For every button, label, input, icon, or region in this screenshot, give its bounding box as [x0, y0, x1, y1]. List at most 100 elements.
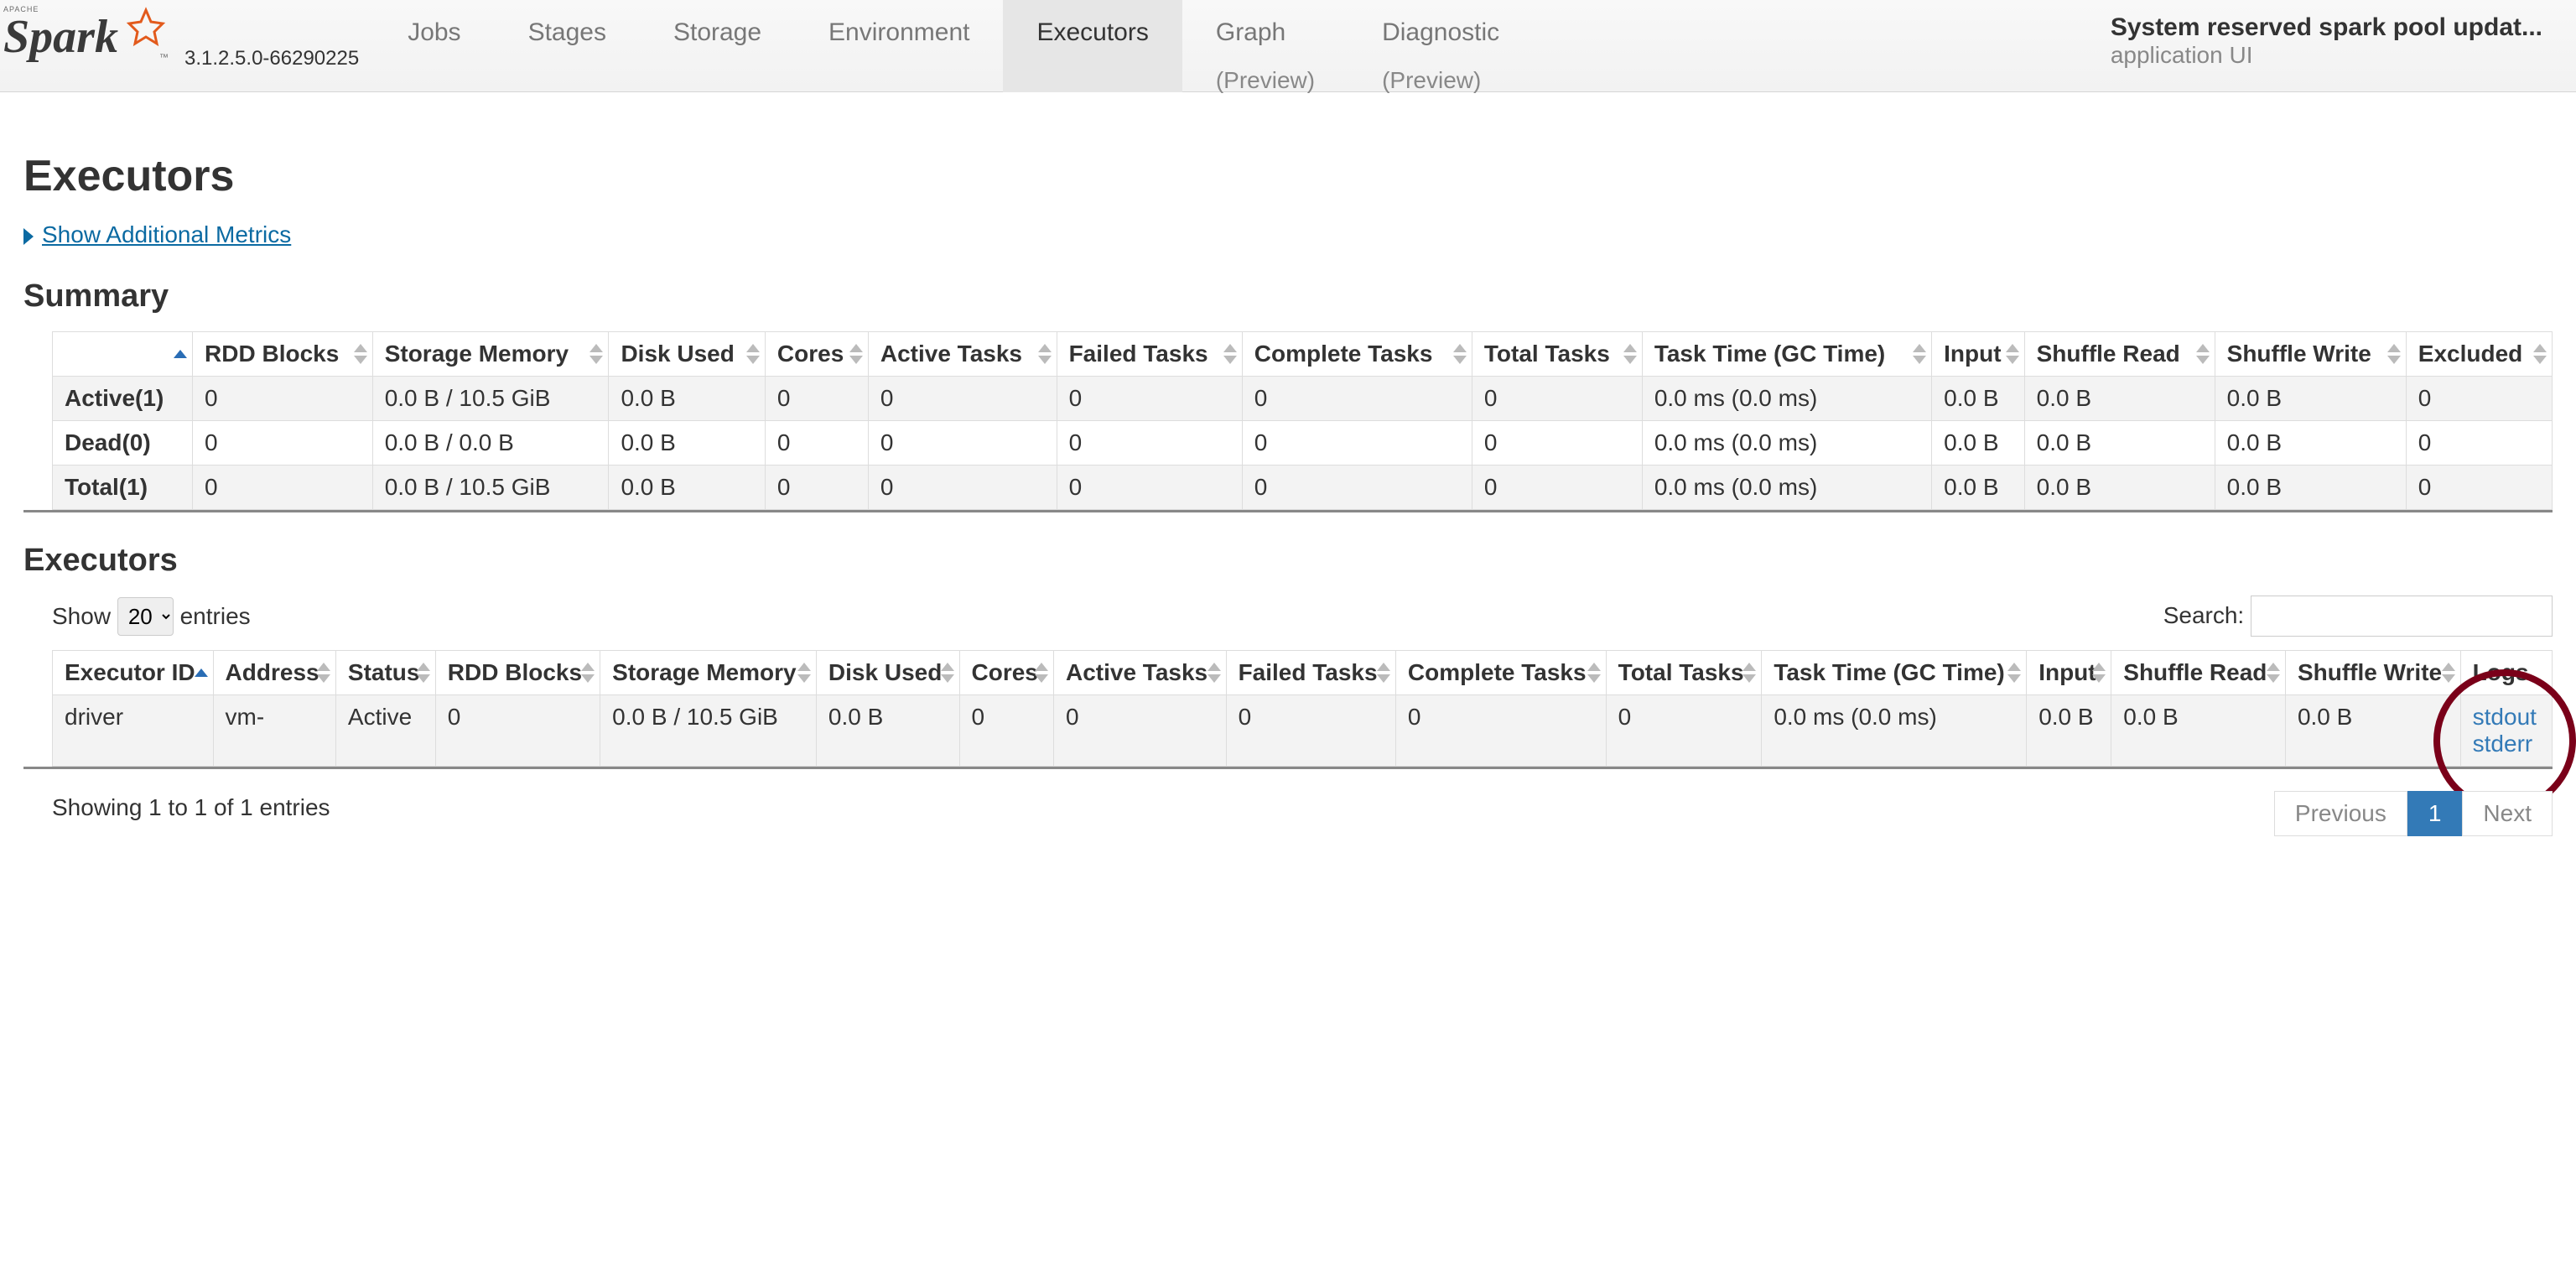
summary-col-header[interactable]: Active Tasks — [868, 332, 1057, 377]
executors-col-header[interactable]: RDD Blocks — [435, 651, 600, 695]
summary-cell: 0 — [193, 421, 373, 466]
summary-cell: 0.0 ms (0.0 ms) — [1642, 466, 1931, 510]
table-info: Showing 1 to 1 of 1 entries — [52, 794, 2553, 821]
executors-cell: 0 — [959, 695, 1053, 767]
summary-cell: 0 — [765, 421, 868, 466]
summary-cell: 0 — [1472, 421, 1642, 466]
summary-col-header[interactable]: Cores — [765, 332, 868, 377]
summary-col-header[interactable]: Input — [1932, 332, 2025, 377]
summary-cell: 0.0 B — [2215, 377, 2406, 421]
page-1-button[interactable]: 1 — [2407, 791, 2463, 836]
executors-col-header[interactable]: Shuffle Write — [2285, 651, 2460, 695]
sort-icon — [1377, 663, 1390, 683]
summary-col-header[interactable]: Excluded — [2406, 332, 2552, 377]
length-prefix: Show — [52, 603, 111, 629]
executors-col-header[interactable]: Active Tasks — [1053, 651, 1226, 695]
sort-icon — [1208, 663, 1221, 683]
top-navbar: APACHE Spark ™ 3.1.2.5.0-66290225 Jobs S… — [0, 0, 2576, 92]
executors-cell: 0 — [435, 695, 600, 767]
sort-icon — [317, 663, 330, 683]
nav-tab-label: Environment — [828, 18, 969, 47]
summary-cell: 0.0 B — [609, 466, 765, 510]
nav-tab-label: Storage — [673, 18, 761, 47]
sort-icon — [1453, 344, 1467, 364]
executors-col-header[interactable]: Executor ID — [53, 651, 214, 695]
sort-icon — [849, 344, 863, 364]
executors-col-header[interactable]: Disk Used — [816, 651, 959, 695]
show-additional-metrics-toggle[interactable]: Show Additional Metrics — [23, 221, 2553, 248]
sort-icon — [417, 663, 430, 683]
sort-icon — [1623, 344, 1637, 364]
summary-col-header[interactable]: Shuffle Write — [2215, 332, 2406, 377]
summary-cell: 0 — [1242, 377, 1472, 421]
executors-col-header[interactable]: Storage Memory — [600, 651, 817, 695]
page-body: Executors Show Additional Metrics Summar… — [0, 92, 2576, 855]
nav-tab-label: Diagnostic — [1382, 18, 1499, 47]
search-input[interactable] — [2251, 596, 2553, 637]
executors-cell: 0.0 B — [2285, 695, 2460, 767]
executors-cell: 0.0 B — [2111, 695, 2286, 767]
nav-tab-diagnostic[interactable]: Diagnostic (Preview) — [1348, 0, 1533, 92]
summary-cell: 0 — [1472, 377, 1642, 421]
sort-icon — [2006, 344, 2019, 364]
sort-icon — [2533, 344, 2547, 364]
summary-col-header[interactable]: Task Time (GC Time) — [1642, 332, 1931, 377]
summary-cell: 0 — [765, 466, 868, 510]
executors-col-header[interactable]: Complete Tasks — [1395, 651, 1606, 695]
executors-col-header[interactable]: Total Tasks — [1606, 651, 1762, 695]
summary-col-header[interactable]: RDD Blocks — [193, 332, 373, 377]
executors-col-header[interactable]: Task Time (GC Time) — [1762, 651, 2027, 695]
executors-cell: 0 — [1053, 695, 1226, 767]
summary-col-header[interactable]: Shuffle Read — [2024, 332, 2215, 377]
toggle-label: Show Additional Metrics — [42, 221, 291, 247]
sort-icon — [1223, 344, 1237, 364]
summary-cell: 0 — [868, 466, 1057, 510]
next-button[interactable]: Next — [2462, 791, 2553, 836]
summary-cell: 0.0 B — [2024, 377, 2215, 421]
sort-icon — [195, 668, 208, 677]
summary-col-header[interactable]: Total Tasks — [1472, 332, 1642, 377]
nav-tab-environment[interactable]: Environment — [795, 0, 1003, 92]
nav-tab-stages[interactable]: Stages — [495, 0, 640, 92]
summary-col-header[interactable]: Disk Used — [609, 332, 765, 377]
sort-icon — [1742, 663, 1756, 683]
executors-row: drivervm-Active00.0 B / 10.5 GiB0.0 B000… — [53, 695, 2553, 767]
summary-cell: 0.0 B — [609, 421, 765, 466]
sort-icon — [2092, 663, 2106, 683]
stderr-link[interactable]: stderr — [2473, 731, 2540, 757]
executors-col-header[interactable]: Address — [213, 651, 335, 695]
executors-col-header[interactable]: Status — [335, 651, 435, 695]
summary-col-header[interactable]: Storage Memory — [372, 332, 609, 377]
summary-cell: 0 — [765, 377, 868, 421]
summary-cell: 0.0 B / 0.0 B — [372, 421, 609, 466]
nav-tab-executors[interactable]: Executors — [1003, 0, 1182, 92]
executors-col-header[interactable]: Cores — [959, 651, 1053, 695]
executors-col-header[interactable]: Shuffle Read — [2111, 651, 2286, 695]
previous-button[interactable]: Previous — [2274, 791, 2407, 836]
stdout-link[interactable]: stdout — [2473, 704, 2540, 731]
summary-col-header[interactable]: Failed Tasks — [1057, 332, 1242, 377]
executors-col-header[interactable]: Logs — [2460, 651, 2552, 695]
executors-col-header[interactable]: Input — [2027, 651, 2111, 695]
executors-cell: vm- — [213, 695, 335, 767]
nav-tab-graph[interactable]: Graph (Preview) — [1182, 0, 1348, 92]
nav-tab-storage[interactable]: Storage — [640, 0, 795, 92]
summary-cell: 0 — [2406, 466, 2552, 510]
executors-table: Executor IDAddressStatusRDD BlocksStorag… — [52, 650, 2553, 767]
nav-tab-jobs[interactable]: Jobs — [374, 0, 494, 92]
sort-icon — [354, 344, 367, 364]
summary-col-header[interactable]: Complete Tasks — [1242, 332, 1472, 377]
sort-icon — [2196, 344, 2210, 364]
sort-icon — [589, 344, 603, 364]
application-subtitle: application UI — [2111, 42, 2542, 69]
sort-icon — [2267, 663, 2280, 683]
search-control: Search: — [2163, 596, 2553, 637]
summary-cell: 0.0 ms (0.0 ms) — [1642, 421, 1931, 466]
summary-col-header[interactable] — [53, 332, 193, 377]
summary-cell: 0 — [1242, 466, 1472, 510]
summary-cell: 0 — [2406, 421, 2552, 466]
executors-cell: 0.0 B — [816, 695, 959, 767]
length-select[interactable]: 20 — [117, 597, 174, 636]
summary-cell: 0 — [1057, 421, 1242, 466]
executors-col-header[interactable]: Failed Tasks — [1226, 651, 1395, 695]
